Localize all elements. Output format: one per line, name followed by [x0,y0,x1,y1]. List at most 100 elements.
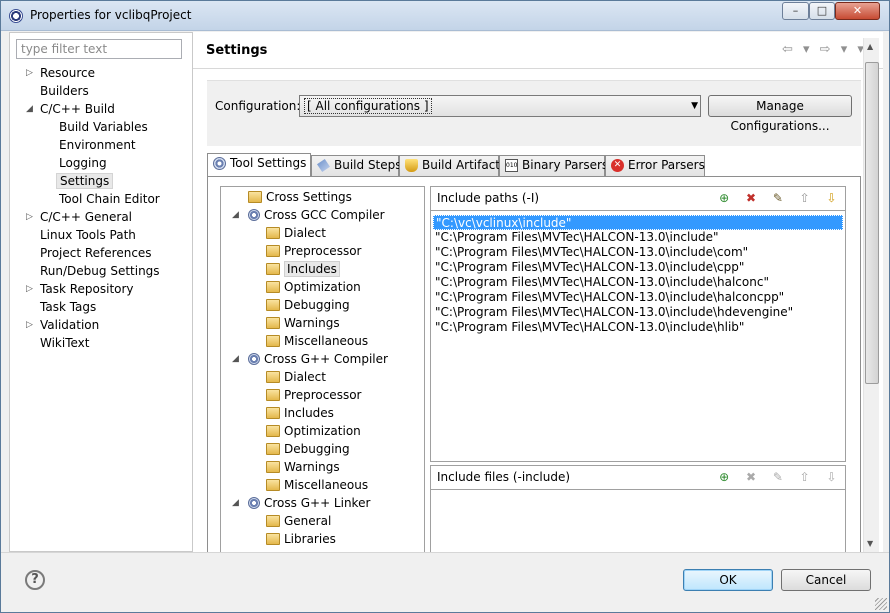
tool-tree-item-general[interactable]: General [266,512,331,530]
help-icon[interactable]: ? [25,570,45,590]
expanded-twisty-icon[interactable]: ◢ [26,100,35,118]
expanded-twisty-icon[interactable]: ◢ [232,350,241,368]
edit-icon[interactable]: ✎ [770,470,785,485]
nav-item-builders[interactable]: Builders [40,82,89,100]
nav-item-build-variables[interactable]: Build Variables [59,118,148,136]
collapsed-twisty-icon[interactable]: ▷ [26,316,35,334]
tool-tree-item-cross-settings[interactable]: Cross Settings [248,188,352,206]
include-path-item[interactable]: "C:\vc\vclinux\include" [433,215,843,230]
include-path-item[interactable]: "C:\Program Files\MVTec\HALCON-13.0\incl… [433,290,843,305]
tool-tree-item-includes[interactable]: Includes [266,404,334,422]
tool-tree-item-libraries[interactable]: Libraries [266,530,336,548]
tool-tree-item-miscellaneous[interactable]: Miscellaneous [266,476,368,494]
nav-item-c-c-build[interactable]: C/C++ Build [40,100,115,118]
add-icon[interactable]: ⊕ [717,470,732,485]
configuration-group: Configuration: [ All configurations ] ▼ … [207,80,861,146]
nav-item-logging[interactable]: Logging [59,154,107,172]
move-up-icon[interactable]: ⇧ [797,470,812,485]
tool-tree-item-cross-g-compiler[interactable]: Cross G++ Compiler [248,350,388,368]
tool-tree-item-cross-gcc-compiler[interactable]: Cross GCC Compiler [248,206,385,224]
delete-icon[interactable]: ✖ [744,470,759,485]
nav-item-label: Tool Chain Editor [59,192,160,206]
resize-grip[interactable] [875,598,887,610]
include-path-item[interactable]: "C:\Program Files\MVTec\HALCON-13.0\incl… [433,275,843,290]
tab-build-artifact[interactable]: Build Artifact [399,155,500,176]
tool-icon [248,209,260,221]
tool-tree-item-dialect[interactable]: Dialect [266,224,326,242]
tool-tree-item-warnings[interactable]: Warnings [266,314,340,332]
include-paths-list[interactable]: "C:\vc\vclinux\include" "C:\Program Files… [433,215,843,335]
tab-error-parsers[interactable]: ✕ Error Parsers [605,155,705,176]
minimize-button[interactable]: – [782,2,809,20]
include-path-item[interactable]: "C:\Program Files\MVTec\HALCON-13.0\incl… [433,230,843,245]
close-button[interactable]: ✕ [835,2,880,20]
nav-item-task-repository[interactable]: Task Repository [40,280,134,298]
vertical-scrollbar[interactable]: ▲ ▼ [863,38,879,552]
collapsed-twisty-icon[interactable]: ▷ [26,64,35,82]
filter-input[interactable] [16,39,182,59]
edit-icon[interactable]: ✎ [770,191,785,206]
nav-item-label: C/C++ General [40,210,133,224]
maximize-button[interactable]: □ [809,2,835,20]
move-down-icon[interactable]: ⇩ [824,191,839,206]
button-bar: ? OK Cancel [1,552,889,612]
configuration-label: Configuration: [215,99,301,113]
scroll-down-icon[interactable]: ▼ [867,539,873,548]
nav-item-validation[interactable]: Validation [40,316,99,334]
configuration-select[interactable]: [ All configurations ] ▼ [299,95,701,117]
tool-tree-item-optimization[interactable]: Optimization [266,278,361,296]
nav-item-settings[interactable]: Settings [56,172,114,190]
collapsed-twisty-icon[interactable]: ▷ [26,280,35,298]
nav-item-resource[interactable]: Resource [40,64,95,82]
nav-item-task-tags[interactable]: Task Tags [40,298,96,316]
collapsed-twisty-icon[interactable]: ▷ [26,208,35,226]
tool-tree-label: Debugging [284,442,350,456]
tool-tree-item-includes[interactable]: Includes [266,260,340,278]
tool-tree-label: Cross Settings [266,190,352,204]
tool-tree-label: Warnings [284,460,340,474]
tool-tree-item-optimization[interactable]: Optimization [266,422,361,440]
nav-item-label: Run/Debug Settings [40,264,160,278]
tab-tool-settings[interactable]: Tool Settings [207,153,311,177]
tab-build-steps[interactable]: Build Steps [311,155,402,176]
cancel-button[interactable]: Cancel [781,569,871,591]
scroll-thumb[interactable] [865,62,879,384]
tool-tree-label: Cross G++ Compiler [264,352,388,366]
include-path-item[interactable]: "C:\Program Files\MVTec\HALCON-13.0\incl… [433,305,843,320]
tool-tree-item-debugging[interactable]: Debugging [266,296,350,314]
tool-tree-label: Includes [284,406,334,420]
nav-item-environment[interactable]: Environment [59,136,136,154]
expanded-twisty-icon[interactable]: ◢ [232,494,241,512]
include-path-item[interactable]: "C:\Program Files\MVTec\HALCON-13.0\incl… [433,245,843,260]
tool-tree-label: Libraries [284,532,336,546]
nav-item-wikitext[interactable]: WikiText [40,334,90,352]
nav-item-tool-chain-editor[interactable]: Tool Chain Editor [59,190,160,208]
nav-item-label: Builders [40,84,89,98]
nav-item-linux-tools-path[interactable]: Linux Tools Path [40,226,136,244]
tool-tree-label: Dialect [284,370,326,384]
move-down-icon[interactable]: ⇩ [824,470,839,485]
include-path-item[interactable]: "C:\Program Files\MVTec\HALCON-13.0\incl… [433,260,843,275]
delete-icon[interactable]: ✖ [744,191,759,206]
tool-tree-item-dialect[interactable]: Dialect [266,368,326,386]
add-icon[interactable]: ⊕ [717,191,732,206]
history-navigation[interactable]: ⇦ ▾ ⇨ ▾ ▾ [782,42,867,57]
tool-tree-item-preprocessor[interactable]: Preprocessor [266,242,361,260]
include-path-item[interactable]: "C:\Program Files\MVTec\HALCON-13.0\incl… [433,320,843,335]
tool-tree-label: Optimization [284,280,361,294]
dropdown-arrow-icon[interactable]: ▼ [691,96,698,116]
manage-configurations-button[interactable]: Manage Configurations... [708,95,852,133]
tool-tree-item-warnings[interactable]: Warnings [266,458,340,476]
tool-tree-item-cross-g-linker[interactable]: Cross G++ Linker [248,494,370,512]
nav-item-c-c-general[interactable]: C/C++ General [40,208,132,226]
nav-item-project-references[interactable]: Project References [40,244,152,262]
scroll-up-icon[interactable]: ▲ [867,42,873,51]
tool-tree-item-miscellaneous[interactable]: Miscellaneous [266,332,368,350]
expanded-twisty-icon[interactable]: ◢ [232,206,241,224]
ok-button[interactable]: OK [683,569,773,591]
tool-tree-item-debugging[interactable]: Debugging [266,440,350,458]
tab-binary-parsers[interactable]: 010 Binary Parsers [499,155,608,176]
move-up-icon[interactable]: ⇧ [797,191,812,206]
tool-tree-item-preprocessor[interactable]: Preprocessor [266,386,361,404]
nav-item-run-debug-settings[interactable]: Run/Debug Settings [40,262,160,280]
